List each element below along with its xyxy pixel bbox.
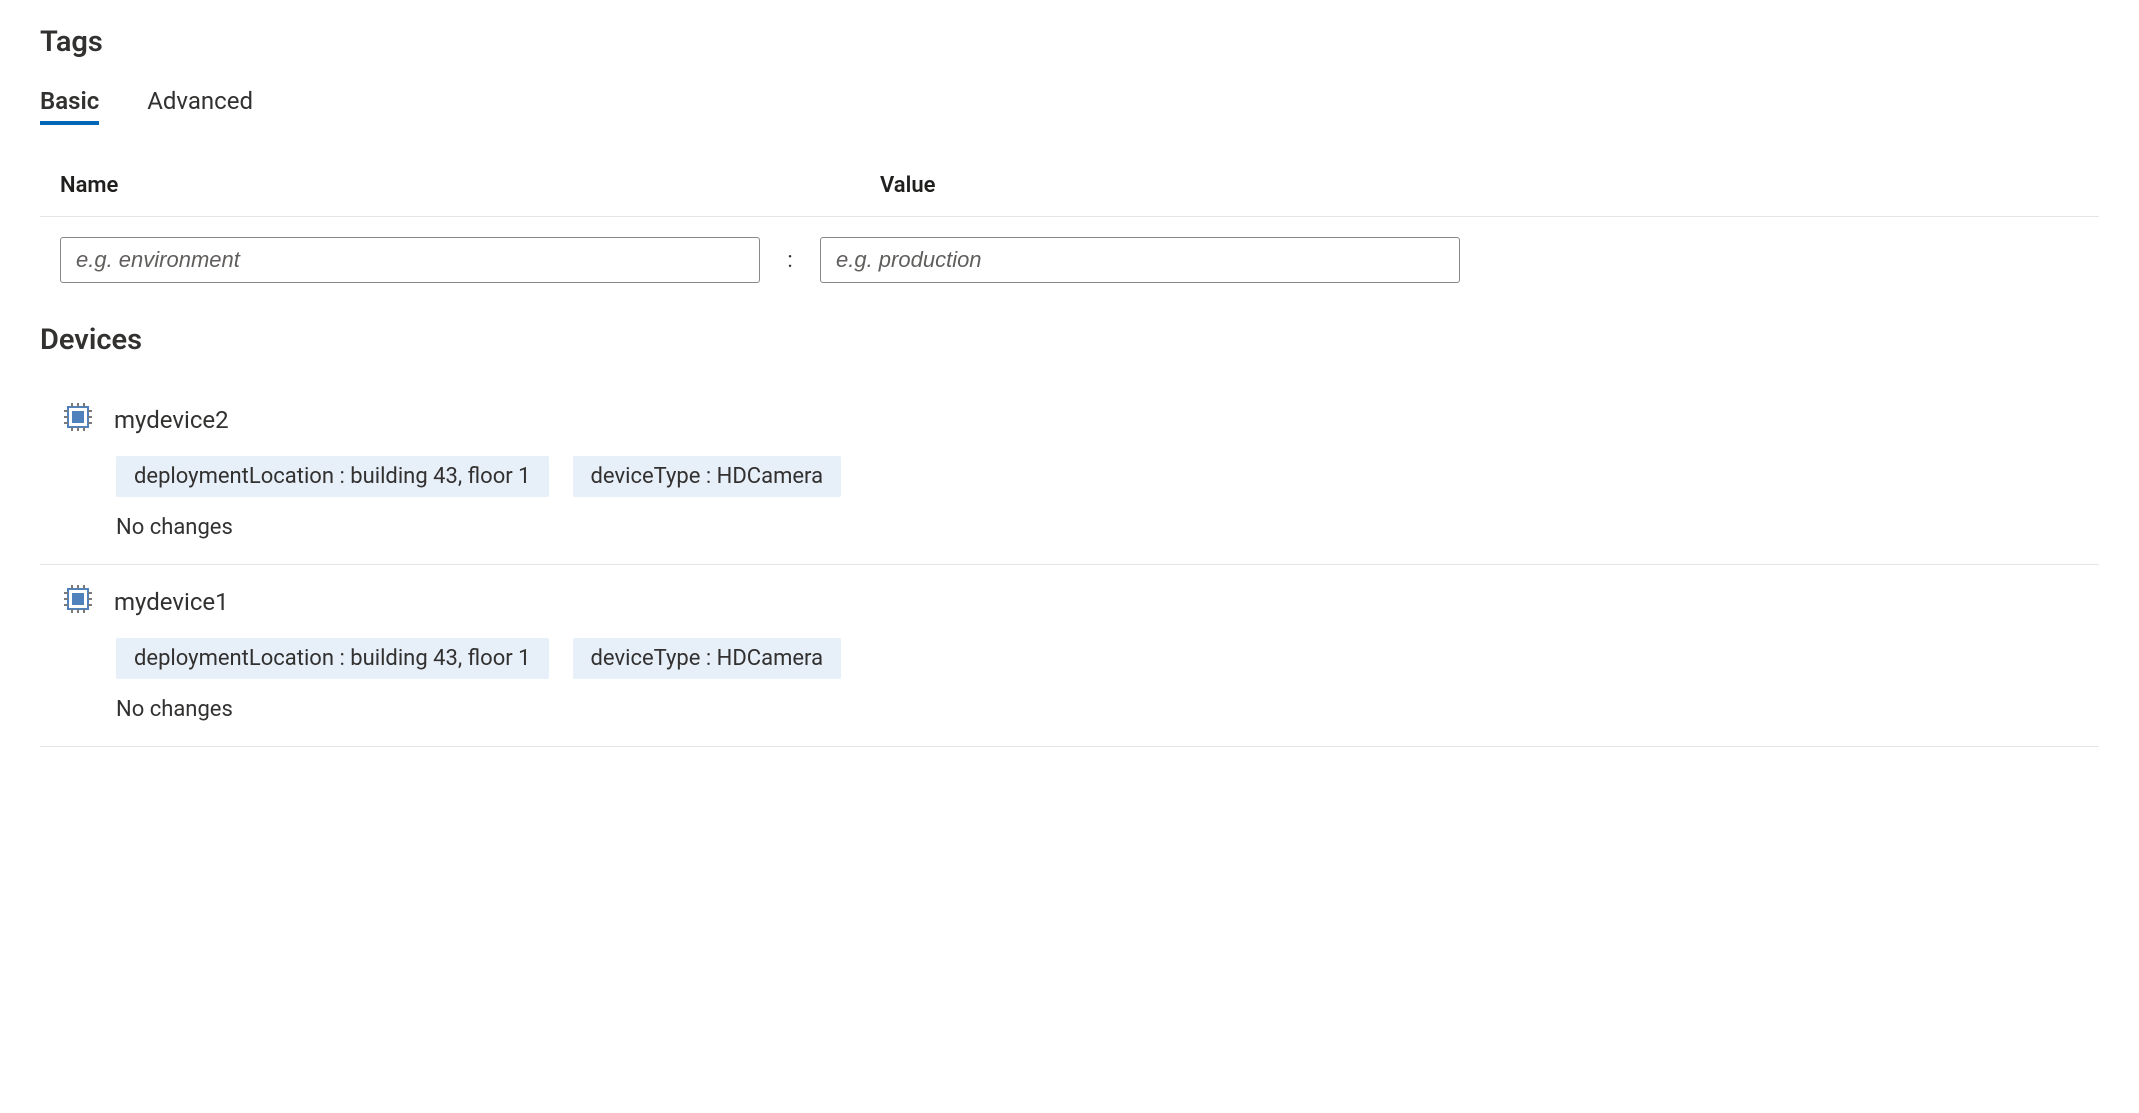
device-entry: mydevice2 deploymentLocation : building … bbox=[40, 389, 2099, 565]
tags-heading: Tags bbox=[40, 25, 2099, 59]
device-tags: deploymentLocation : building 43, floor … bbox=[116, 456, 2099, 497]
device-entry: mydevice1 deploymentLocation : building … bbox=[40, 571, 2099, 747]
tag-pill[interactable]: deploymentLocation : building 43, floor … bbox=[116, 638, 549, 679]
tag-name-input[interactable] bbox=[60, 237, 760, 283]
chip-icon bbox=[60, 581, 96, 622]
device-status: No changes bbox=[116, 693, 2099, 728]
column-header-name: Name bbox=[60, 173, 820, 198]
tags-table-header: Name Value bbox=[40, 163, 2099, 217]
device-tags: deploymentLocation : building 43, floor … bbox=[116, 638, 2099, 679]
device-status: No changes bbox=[116, 511, 2099, 546]
tag-pill[interactable]: deploymentLocation : building 43, floor … bbox=[116, 456, 549, 497]
tags-tabs: Basic Advanced bbox=[40, 87, 2099, 125]
tag-pill[interactable]: deviceType : HDCamera bbox=[573, 456, 842, 497]
device-name: mydevice2 bbox=[114, 406, 229, 434]
devices-heading: Devices bbox=[40, 323, 2099, 357]
column-header-value: Value bbox=[880, 173, 2099, 198]
tab-advanced[interactable]: Advanced bbox=[147, 87, 253, 125]
chip-icon bbox=[60, 399, 96, 440]
tag-pill[interactable]: deviceType : HDCamera bbox=[573, 638, 842, 679]
device-name: mydevice1 bbox=[114, 588, 229, 616]
tag-input-row: : bbox=[40, 217, 2099, 323]
device-header[interactable]: mydevice1 bbox=[60, 581, 2099, 622]
tag-separator: : bbox=[760, 248, 820, 273]
tag-value-input[interactable] bbox=[820, 237, 1460, 283]
device-header[interactable]: mydevice2 bbox=[60, 399, 2099, 440]
tab-basic[interactable]: Basic bbox=[40, 87, 99, 125]
